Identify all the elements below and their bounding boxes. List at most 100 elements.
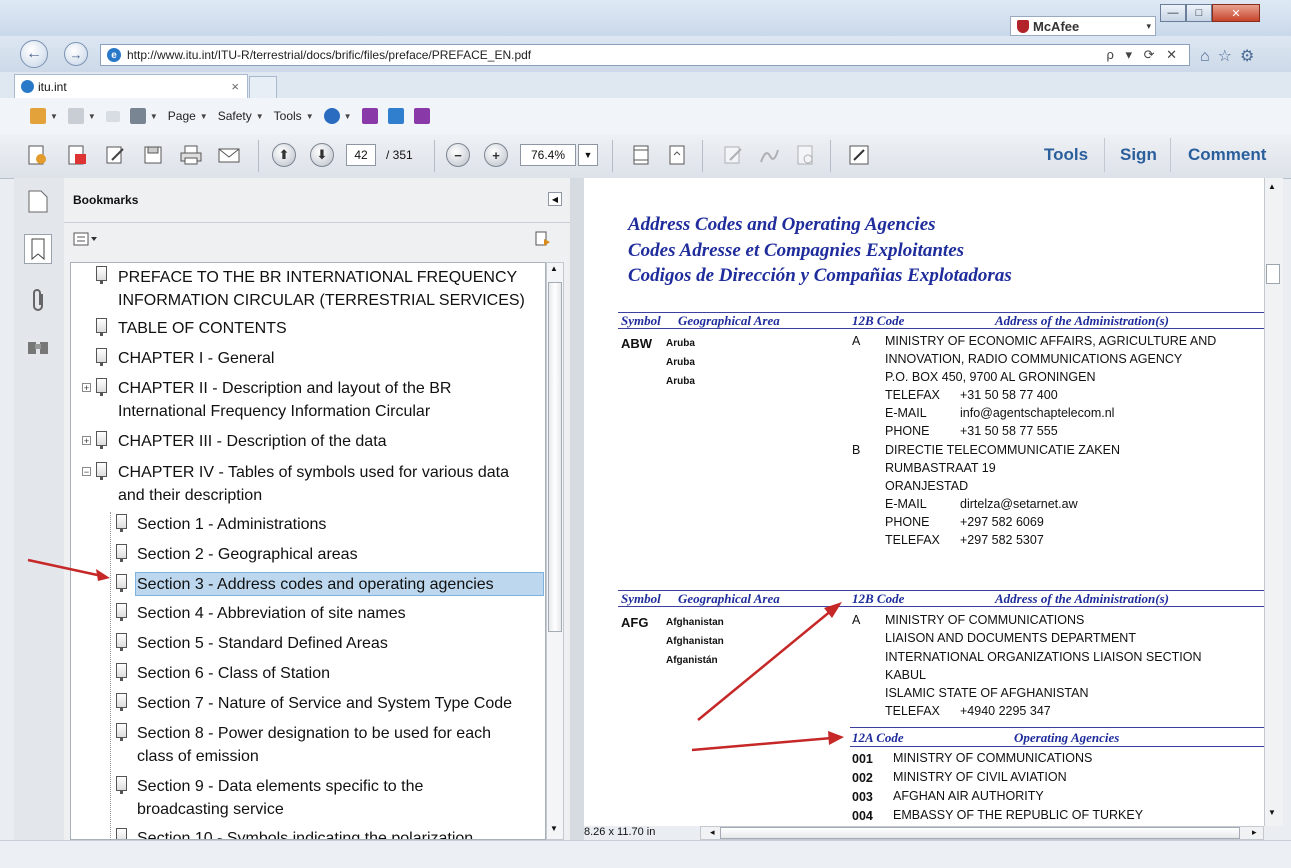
chevron-down-icon: ▼ xyxy=(87,111,96,121)
zoom-dropdown[interactable]: ▼ xyxy=(578,144,598,166)
scroll-down-icon[interactable]: ▼ xyxy=(550,824,558,833)
bookmark-scroll-thumb[interactable] xyxy=(548,282,562,632)
sign-pane-link[interactable]: Sign xyxy=(1120,145,1157,165)
expand-toggle[interactable]: + xyxy=(82,436,91,446)
scroll-up-icon[interactable]: ▲ xyxy=(1268,182,1276,191)
scroll-up-icon[interactable]: ▲ xyxy=(550,264,558,273)
mail-cmd[interactable] xyxy=(105,110,120,122)
bookmark-icon xyxy=(116,663,127,681)
star-icon[interactable]: ☆ xyxy=(1218,48,1240,65)
new-tab-button[interactable] xyxy=(249,76,277,98)
scroll-left-icon[interactable]: ◂ xyxy=(710,827,715,838)
comment-pane-link[interactable]: Comment xyxy=(1188,145,1266,165)
bookmark-chapter-2[interactable]: CHAPTER II - Description and layout of t… xyxy=(118,377,451,423)
stamp-tool-icon[interactable] xyxy=(792,142,818,168)
sign-tool-icon[interactable] xyxy=(756,142,782,168)
expand-toggle[interactable]: + xyxy=(82,383,91,393)
document-scroll-thumb[interactable] xyxy=(1266,264,1280,284)
fit-width-icon[interactable] xyxy=(664,142,690,168)
bookmark-section-2[interactable]: Section 2 - Geographical areas xyxy=(137,543,358,566)
bookmark-icon xyxy=(116,723,127,741)
signatures-icon[interactable] xyxy=(26,336,50,361)
address-line: MINISTRY OF COMMUNICATIONS xyxy=(885,613,1085,627)
bookmark-section-8[interactable]: Section 8 - Power designation to be used… xyxy=(137,722,491,768)
forward-button[interactable]: → xyxy=(64,42,88,66)
col-address: Address of the Administration(s) xyxy=(995,313,1169,328)
back-button[interactable]: ← xyxy=(20,40,48,68)
bookmark-section-4[interactable]: Section 4 - Abbreviation of site names xyxy=(137,602,406,625)
collapse-panel-button[interactable]: ◀ xyxy=(548,192,562,206)
close-window-button[interactable]: ✕ xyxy=(1212,4,1260,22)
scroll-down-icon[interactable]: ▼ xyxy=(1268,808,1276,817)
zoom-in-button[interactable]: + xyxy=(484,143,508,167)
home-cmd[interactable]: ▼ xyxy=(30,108,58,124)
expand-bookmark-icon[interactable] xyxy=(534,230,552,251)
comment-tool-icon[interactable] xyxy=(720,142,746,168)
bookmark-chapter-3[interactable]: CHAPTER III - Description of the data xyxy=(118,430,387,453)
lync-icon[interactable] xyxy=(387,108,404,124)
bookmark-toc[interactable]: TABLE OF CONTENTS xyxy=(118,317,287,340)
help-menu[interactable]: ▼ xyxy=(323,108,352,124)
chevron-down-icon: ▼ xyxy=(583,150,593,160)
onenote-icon[interactable] xyxy=(361,108,378,124)
save-icon[interactable] xyxy=(140,142,166,168)
bookmark-section-10[interactable]: Section 10 - Symbols indicating the pola… xyxy=(137,827,473,839)
safety-menu[interactable]: Safety ▼ xyxy=(218,109,264,123)
address-bar[interactable]: e http://www.itu.int/ITU-R/terrestrial/d… xyxy=(100,44,1190,66)
bookmark-chapter-1[interactable]: CHAPTER I - General xyxy=(118,347,274,370)
create-pdf-icon[interactable] xyxy=(24,142,50,168)
print-icon[interactable] xyxy=(178,142,204,168)
tools-menu[interactable]: Tools ▼ xyxy=(274,109,314,123)
toolbar-separator xyxy=(830,140,831,172)
bookmark-section-1[interactable]: Section 1 - Administrations xyxy=(137,513,326,536)
bookmark-section-6[interactable]: Section 6 - Class of Station xyxy=(137,662,330,685)
bookmark-icon xyxy=(116,514,127,532)
feeds-cmd[interactable]: ▼ xyxy=(67,108,96,124)
scroll-right-icon[interactable]: ▸ xyxy=(1252,827,1257,838)
edit-icon[interactable] xyxy=(102,142,128,168)
bookmark-options-button[interactable] xyxy=(73,232,101,248)
fit-page-icon[interactable] xyxy=(628,142,654,168)
tab-itu[interactable]: itu.int × xyxy=(14,74,248,98)
tab-close-icon[interactable]: × xyxy=(231,79,239,94)
attachments-icon[interactable] xyxy=(28,288,48,317)
print-cmd[interactable]: ▼ xyxy=(129,108,158,124)
home-icon[interactable]: ⌂ xyxy=(1200,48,1218,65)
col-symbol: Symbol xyxy=(621,313,661,328)
previous-page-button[interactable]: ⬆ xyxy=(272,143,296,167)
chevron-down-icon: ▾ xyxy=(1146,20,1151,31)
next-page-button[interactable]: ⬇ xyxy=(310,143,334,167)
email-icon[interactable] xyxy=(216,142,242,168)
gear-icon[interactable]: ⚙ xyxy=(1240,48,1262,65)
panel-splitter[interactable] xyxy=(570,178,584,840)
bookmark-section-7[interactable]: Section 7 - Nature of Service and System… xyxy=(137,692,512,715)
horizontal-scroll-thumb[interactable] xyxy=(720,827,1240,839)
mcafee-addon[interactable]: McAfee ▾ xyxy=(1010,16,1156,36)
tools-pane-link[interactable]: Tools xyxy=(1044,145,1088,165)
bookmark-section-3[interactable]: Section 3 - Address codes and operating … xyxy=(137,573,494,596)
col-operating-agencies: Operating Agencies xyxy=(1014,730,1120,745)
bookmark-preface[interactable]: PREFACE TO THE BR INTERNATIONAL FREQUENC… xyxy=(118,266,525,312)
col-symbol: Symbol xyxy=(621,591,661,606)
page-thumbnails-icon[interactable] xyxy=(26,188,50,217)
maximize-button[interactable]: □ xyxy=(1186,4,1212,22)
url-controls[interactable]: ρ ▾ ⟳ ✕ xyxy=(1106,47,1189,63)
zoom-input[interactable]: 76.4% xyxy=(520,144,576,166)
zoom-out-button[interactable]: − xyxy=(446,143,470,167)
home-favorites-settings-icons[interactable]: ⌂☆⚙ xyxy=(1200,46,1262,66)
bookmark-section-5[interactable]: Section 5 - Standard Defined Areas xyxy=(137,632,388,655)
bookmark-chapter-4[interactable]: CHAPTER IV - Tables of symbols used for … xyxy=(118,461,509,507)
page-number-input[interactable]: 42 xyxy=(346,144,376,166)
address-line: ISLAMIC STATE OF AFGHANISTAN xyxy=(885,686,1089,700)
full-screen-icon[interactable] xyxy=(846,142,872,168)
share-pdf-icon[interactable] xyxy=(64,142,90,168)
area-abw-2: Aruba xyxy=(666,357,695,368)
contact-value: +297 582 5307 xyxy=(960,533,1044,547)
collapse-toggle[interactable]: − xyxy=(82,467,91,477)
address-line: KABUL xyxy=(885,668,926,682)
minimize-button[interactable]: — xyxy=(1160,4,1186,22)
bookmark-section-9[interactable]: Section 9 - Data elements specific to th… xyxy=(137,775,423,821)
onenote-send-icon[interactable] xyxy=(413,108,430,124)
page-menu[interactable]: Page ▼ xyxy=(168,109,208,123)
bookmarks-panel-icon[interactable] xyxy=(24,234,52,264)
